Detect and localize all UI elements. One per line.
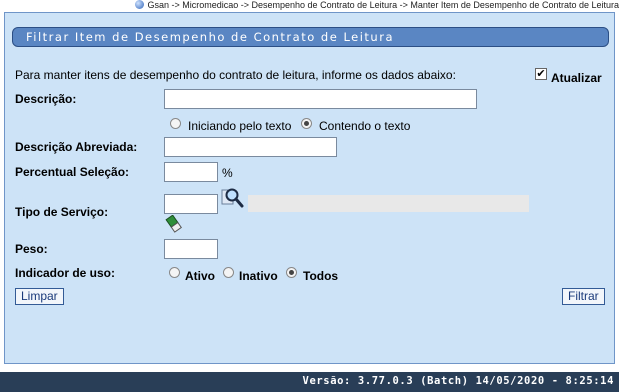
descricao-input[interactable] xyxy=(164,89,477,109)
filter-panel xyxy=(4,12,615,364)
search-icon[interactable] xyxy=(221,187,245,209)
descricao-label: Descrição: xyxy=(15,92,77,106)
radio-iniciando-label: Iniciando pelo texto xyxy=(188,119,292,133)
percentual-selecao-input[interactable] xyxy=(164,162,218,182)
globe-icon xyxy=(135,0,145,9)
title-bar: Filtrar Item de Desempenho de Contrato d… xyxy=(12,27,609,47)
radio-iniciando[interactable] xyxy=(170,118,181,129)
radio-contendo-label: Contendo o texto xyxy=(319,119,411,133)
percentual-selecao-label: Percentual Seleção: xyxy=(15,165,130,179)
peso-input[interactable] xyxy=(164,239,218,259)
footer-bar: Versão: 3.77.0.3 (Batch) 14/05/2020 - 8:… xyxy=(0,372,619,392)
radio-inativo[interactable] xyxy=(223,267,234,278)
radio-contendo[interactable] xyxy=(301,118,312,129)
tipo-servico-code-input[interactable] xyxy=(164,194,218,214)
page-title: Filtrar Item de Desempenho de Contrato d… xyxy=(26,30,394,44)
radio-inativo-label: Inativo xyxy=(239,269,278,283)
breadcrumb: Gsan -> Micromedicao -> Desempenho de Co… xyxy=(0,0,619,12)
percent-unit: % xyxy=(222,166,233,180)
breadcrumb-text: Gsan -> Micromedicao -> Desempenho de Co… xyxy=(147,0,619,10)
radio-todos-label: Todos xyxy=(303,269,339,283)
instruction-text: Para manter itens de desempenho do contr… xyxy=(15,68,456,82)
descricao-abreviada-input[interactable] xyxy=(164,137,337,157)
indicador-uso-label: Indicador de uso: xyxy=(15,266,116,280)
peso-label: Peso: xyxy=(15,242,48,256)
version-text: Versão: 3.77.0.3 (Batch) 14/05/2020 - 8:… xyxy=(302,375,614,387)
radio-ativo[interactable] xyxy=(169,267,180,278)
eraser-icon[interactable] xyxy=(165,215,183,233)
limpar-button[interactable]: Limpar xyxy=(15,288,64,305)
radio-todos[interactable] xyxy=(286,267,297,278)
radio-ativo-label: Ativo xyxy=(185,269,215,283)
atualizar-label: Atualizar xyxy=(551,71,602,85)
descricao-abreviada-label: Descrição Abreviada: xyxy=(15,140,138,154)
atualizar-checkbox[interactable]: ✔ xyxy=(535,68,547,80)
tipo-servico-label: Tipo de Serviço: xyxy=(15,205,109,219)
tipo-servico-description xyxy=(248,195,529,212)
filtrar-button[interactable]: Filtrar xyxy=(562,288,605,305)
